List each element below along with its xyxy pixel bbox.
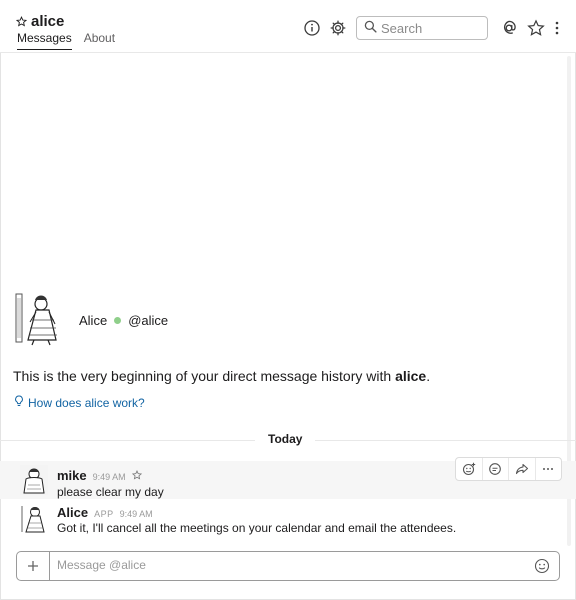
more-vertical-icon[interactable] [552, 19, 562, 37]
sender-name[interactable]: mike [57, 468, 87, 483]
message-text: please clear my day [57, 485, 164, 499]
info-icon[interactable] [303, 19, 321, 37]
intro-name-row: Alice @alice [79, 313, 168, 328]
add-reaction-icon[interactable] [456, 458, 483, 480]
star-icon[interactable] [527, 19, 545, 37]
intro-text: This is the very beginning of your direc… [13, 368, 430, 384]
intro-handle[interactable]: @alice [128, 313, 168, 328]
channel-name[interactable]: alice [31, 13, 64, 30]
alice-avatar-large[interactable] [14, 290, 64, 346]
message-input[interactable] [57, 558, 497, 572]
more-actions-icon[interactable] [536, 458, 562, 480]
intro-text-suffix: . [426, 368, 431, 384]
channel-header: alice Messages About [0, 0, 576, 53]
reply-thread-icon[interactable] [483, 458, 509, 480]
message-timestamp[interactable]: 9:49 AM [120, 509, 153, 519]
star-message-icon[interactable] [131, 468, 142, 483]
lightbulb-icon [14, 395, 24, 410]
message-actions-toolbar [455, 457, 562, 481]
add-attachment-button[interactable] [17, 552, 50, 580]
message-header: Alice APP 9:49 AM [57, 505, 153, 520]
at-icon[interactable] [500, 19, 518, 37]
message-timestamp[interactable]: 9:49 AM [93, 472, 126, 482]
intro-display-name[interactable]: Alice [79, 313, 107, 328]
message-text: Got it, I'll cancel all the meetings on … [57, 521, 457, 535]
gear-icon[interactable] [329, 19, 347, 37]
message-composer [16, 551, 560, 581]
message-header: mike 9:49 AM [57, 468, 142, 483]
search-icon [364, 20, 377, 36]
header-tabs: Messages About [17, 31, 115, 50]
help-link[interactable]: How does alice work? [14, 395, 145, 410]
emoji-icon[interactable] [534, 558, 550, 574]
star-outline-icon[interactable] [16, 16, 27, 27]
intro-text-name: alice [395, 368, 427, 384]
tab-messages[interactable]: Messages [17, 31, 72, 50]
intro-text-prefix: This is the very beginning of your direc… [13, 368, 396, 384]
search-input[interactable] [381, 20, 481, 36]
sender-name[interactable]: Alice [57, 505, 88, 520]
channel-title: alice [16, 13, 64, 30]
mike-avatar[interactable] [20, 465, 48, 495]
help-link-text[interactable]: How does alice work? [28, 396, 145, 410]
date-divider-label: Today [255, 432, 316, 446]
app-badge: APP [94, 509, 114, 519]
alice-bot-avatar[interactable] [20, 504, 48, 534]
share-icon[interactable] [509, 458, 536, 480]
tab-about[interactable]: About [84, 31, 115, 50]
presence-indicator [114, 317, 122, 324]
message-row[interactable]: Alice APP 9:49 AM Got it, I'll cancel al… [0, 501, 576, 541]
search-box[interactable] [356, 16, 488, 40]
